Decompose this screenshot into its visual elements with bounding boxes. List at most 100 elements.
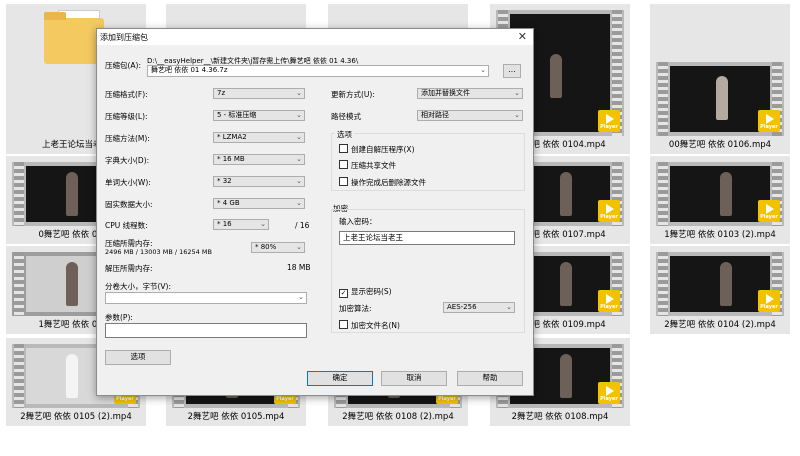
update-value: 添加并替换文件 [421,89,470,97]
cpu-label: CPU 线程数: [105,221,148,230]
show-password-label: 显示密码(S) [351,287,392,296]
add-to-archive-dialog: 添加到压缩包 ✕ 压缩包(A): D:\__easyHelper__\新建文件夹… [96,28,534,396]
format-value: 7z [217,89,226,97]
volume-combo[interactable]: ⌄ [105,292,307,304]
archive-name-value: 舞艺吧 依依 01 4.36.7z [151,66,228,74]
solid-value: * 4 GB [217,199,240,207]
file-caption: 2舞艺吧 依依 0105 (2).mp4 [20,412,132,422]
method-value: * LZMA2 [217,133,247,141]
player-badge-icon: Player [758,290,780,312]
show-password-checkbox[interactable]: ✓ 显示密码(S) [339,286,392,298]
encrypt-method-select[interactable]: AES-256 ⌄ [443,302,515,313]
mem-value: * 80% [255,243,277,251]
archive-label: 压缩包(A): [105,61,142,70]
archive-name-combo[interactable]: 舞艺吧 依依 01 4.36.7z ⌄ [147,65,489,77]
encrypt-method-value: AES-256 [447,303,477,311]
encrypt-method-label: 加密算法: [339,304,372,313]
video-tile[interactable] [328,4,468,30]
mem-detail: 2496 MB / 13003 MB / 16254 MB [105,248,212,256]
video-tile[interactable]: Player 1舞艺吧 依依 0103 (2).mp4 [650,156,790,244]
cpu-value: * 16 [217,220,232,228]
browse-button[interactable]: ... [503,64,521,78]
level-value: 5 - 标准压缩 [217,111,257,119]
delete-checkbox[interactable]: 操作完成后删除源文件 [339,177,426,188]
shared-label: 压缩共享文件 [351,161,396,170]
chevron-down-icon[interactable]: ⌄ [480,66,486,75]
sfx-label: 创建自解压程序(X) [351,145,415,154]
pathmode-label: 路径模式 [331,112,361,121]
checkbox-box[interactable] [339,320,348,329]
help-button[interactable]: 帮助 [457,371,523,386]
level-select[interactable]: 5 - 标准压缩 ⌄ [213,110,305,121]
pathmode-value: 相对路径 [421,111,449,119]
chevron-down-icon: ⌄ [296,133,302,141]
dict-select[interactable]: * 16 MB ⌄ [213,154,305,165]
method-select[interactable]: * LZMA2 ⌄ [213,132,305,143]
pathmode-select[interactable]: 相对路径 ⌄ [417,110,523,121]
options-group-title: 选项 [335,129,354,140]
level-label: 压缩等级(L): [105,112,148,121]
word-value: * 32 [217,177,232,185]
chevron-down-icon: ⌄ [296,243,302,251]
chevron-down-icon: ⌄ [298,293,304,301]
title-bar[interactable]: 添加到压缩包 ✕ [97,29,533,45]
file-caption: 2舞艺吧 依依 0108.mp4 [511,412,609,422]
encrypt-names-checkbox[interactable]: 加密文件名(N) [339,320,400,331]
word-select[interactable]: * 32 ⌄ [213,176,305,187]
update-label: 更新方式(U): [331,90,375,99]
player-badge-icon: Player [758,110,780,132]
chevron-down-icon: ⌄ [296,111,302,119]
update-select[interactable]: 添加并替换文件 ⌄ [417,88,523,99]
file-caption: 00舞艺吧 依依 0106.mp4 [668,140,772,150]
delete-label: 操作完成后删除源文件 [351,178,426,187]
chevron-down-icon: ⌄ [296,89,302,97]
dict-value: * 16 MB [217,155,245,163]
chevron-down-icon: ⌄ [260,220,266,228]
encrypt-group [331,209,525,333]
sfx-checkbox[interactable]: 创建自解压程序(X) [339,144,415,155]
params-label: 参数(P): [105,313,133,322]
mem-select[interactable]: * 80% ⌄ [251,242,305,253]
dict-label: 字典大小(D): [105,156,150,165]
chevron-down-icon: ⌄ [296,155,302,163]
ok-button[interactable]: 确定 [307,371,373,386]
chevron-down-icon: ⌄ [506,303,512,311]
cancel-button[interactable]: 取消 [381,371,447,386]
params-input[interactable] [105,323,307,338]
checkbox-box[interactable] [339,160,348,169]
player-badge-icon: Player [598,110,620,132]
volume-label: 分卷大小，字节(V): [105,282,172,291]
check-icon[interactable]: ✓ [339,289,348,298]
options-button[interactable]: 选项 [105,350,171,365]
chevron-down-icon: ⌄ [514,89,520,97]
cpu-select[interactable]: * 16 ⌄ [213,219,269,230]
encrypt-names-label: 加密文件名(N) [351,321,400,330]
checkbox-box[interactable] [339,177,348,186]
file-caption: 2舞艺吧 依依 0105.mp4 [187,412,285,422]
word-label: 单词大小(W): [105,178,151,187]
player-badge-icon: Player [598,382,620,404]
shared-checkbox[interactable]: 压缩共享文件 [339,160,396,171]
close-icon[interactable]: ✕ [518,30,527,43]
file-caption: 1舞艺吧 依依 0103 (2).mp4 [664,230,776,240]
player-badge-icon: Player [758,200,780,222]
password-input[interactable]: 上老王论坛当老王 [339,231,515,245]
checkbox-box[interactable] [339,144,348,153]
chevron-down-icon: ⌄ [296,199,302,207]
chevron-down-icon: ⌄ [296,177,302,185]
video-tile[interactable]: Player 00舞艺吧 依依 0106.mp4 [650,4,790,154]
player-badge-icon: Player [598,200,620,222]
format-label: 压缩格式(F): [105,90,148,99]
video-tile[interactable]: Player 2舞艺吧 依依 0104 (2).mp4 [650,246,790,334]
solid-select[interactable]: * 4 GB ⌄ [213,198,305,209]
player-badge-icon: Player [598,290,620,312]
file-caption: 2舞艺吧 依依 0108 (2).mp4 [342,412,454,422]
format-select[interactable]: 7z ⌄ [213,88,305,99]
chevron-down-icon: ⌄ [514,111,520,119]
decomp-label: 解压所需内存: [105,264,153,273]
dialog-title: 添加到压缩包 [100,33,148,42]
video-tile[interactable] [166,4,306,30]
folder-icon [44,12,104,64]
file-caption: 2舞艺吧 依依 0104 (2).mp4 [664,320,776,330]
password-label: 输入密码： [339,217,377,226]
